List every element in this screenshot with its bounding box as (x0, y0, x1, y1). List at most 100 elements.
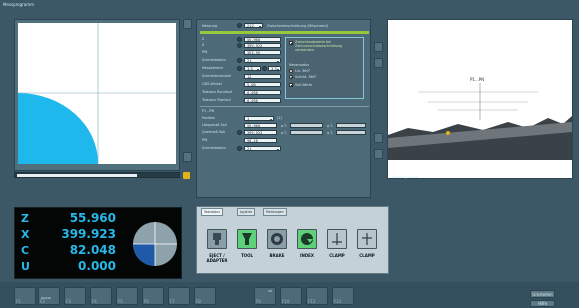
f10-button[interactable]: F10 (280, 287, 302, 305)
radio-lin[interactable] (289, 69, 293, 73)
horizontal-scrollbar[interactable] (14, 172, 180, 178)
form-side-button-3[interactable] (374, 133, 383, 143)
f5-button[interactable]: F5 (116, 287, 138, 305)
schneidezahn2-select[interactable]: 21 (244, 146, 281, 152)
sollwerte-checkbox[interactable] (289, 83, 293, 87)
laengs-ist-label-2: a.T. (327, 124, 333, 128)
tool-icon[interactable] (237, 229, 257, 249)
tab-meldungen[interactable]: Meldungen (263, 208, 287, 216)
schneidezahn-marker-icon (237, 58, 242, 63)
f2-label: F2 (40, 299, 45, 304)
messung-select[interactable]: 212 (244, 23, 263, 29)
umstellen-button[interactable]: Umstellen (530, 290, 555, 298)
side-button-1[interactable] (183, 19, 192, 29)
pw2-label: PW (202, 138, 208, 142)
f11-label: F11 (308, 299, 316, 304)
f4-button[interactable]: F4 (90, 287, 112, 305)
pw2-field[interactable]: 90,10 (244, 138, 277, 143)
clamp-up-icon[interactable] (327, 229, 347, 249)
schneidenanzahl-label: Schneidenanzahl (202, 74, 231, 78)
brake-label: BRAKE (269, 253, 285, 258)
form-side-button-2[interactable] (374, 58, 383, 68)
clamp2-label: CLAMP (359, 253, 375, 258)
brake-icon[interactable] (267, 229, 287, 249)
eject-label-2: ADAPTER (206, 258, 228, 263)
quer-ist-field[interactable] (290, 130, 323, 135)
form-side-button-4[interactable] (374, 149, 383, 159)
tool-status-panel: Toolstatus Joystick Meldungen EJECT / ADA… (196, 206, 389, 274)
laengs-label: Längsmaß Soll (202, 123, 227, 127)
pw-field[interactable]: 353,95 (244, 50, 281, 55)
tab-joystick[interactable]: Joystick (237, 208, 256, 216)
f3-label: F3 (66, 299, 71, 304)
f9-button[interactable]: 19 F9 (254, 287, 276, 305)
hilfe-button[interactable]: Hilfe (530, 300, 555, 307)
ods-winkel-label: ODS-Winkel (202, 82, 222, 86)
f2-button[interactable]: Pocket F2 (38, 287, 60, 305)
x-label: X (202, 43, 205, 47)
laengs-ist-label: a.T. (281, 124, 287, 128)
dro-row-z: Z (21, 212, 29, 225)
messbereich-select-2[interactable]: 3,3 (268, 66, 281, 72)
quer-ist-field-2[interactable] (336, 130, 366, 135)
quer-marker-icon (237, 130, 242, 135)
f5-label: F5 (118, 299, 123, 304)
tol-plan-field[interactable]: 0,050 (244, 98, 281, 103)
f1-button[interactable]: F1 (14, 287, 36, 305)
ods-winkel-field[interactable]: 5,00 (244, 82, 281, 87)
f7-button[interactable]: F7 (168, 287, 190, 305)
schneidenanzahl-field[interactable]: 12 (244, 74, 281, 79)
f3-button[interactable]: F3 (64, 287, 86, 305)
f12-label: F12 (334, 299, 342, 304)
f12-button[interactable]: F12 (332, 287, 354, 305)
f8-button[interactable]: F8 (194, 287, 216, 305)
drawing-area[interactable] (14, 19, 180, 171)
schneidezahn-select[interactable]: 21 (244, 58, 281, 64)
clamp-down-icon[interactable] (357, 229, 377, 249)
messbereich-marker-icon (237, 66, 242, 71)
zoom-button[interactable] (183, 172, 190, 179)
f9-label: F9 (256, 299, 261, 304)
x-field[interactable]: 399,923 (244, 43, 281, 48)
z-label: Z (202, 37, 205, 41)
messung-num-icon (237, 23, 242, 28)
side-button-2[interactable] (183, 152, 192, 162)
tool-profile-shape (18, 93, 99, 164)
axis-u-label: U (21, 260, 30, 273)
quer-field[interactable]: 399,923 (244, 130, 277, 135)
schneidezahn2-label: Schneidezahn (202, 146, 226, 150)
index-icon[interactable] (297, 229, 317, 249)
position-label: Position (202, 116, 216, 120)
messbereich-select-1[interactable]: 3,3 (244, 66, 261, 72)
f9-value: 19 (268, 289, 272, 293)
tol-rund-field[interactable]: 0,050 (244, 90, 281, 95)
form-side-button-1[interactable] (374, 42, 383, 52)
laengs-ist-field-2[interactable] (336, 123, 366, 128)
zwischen-checkbox[interactable] (289, 41, 293, 45)
laengs-ist-field[interactable] (290, 123, 323, 128)
f8-label: F8 (196, 299, 201, 304)
axis-x-label: X (21, 228, 30, 241)
settings-inset: Zwischenabwerte bei Zahnvorschubbeschrei… (285, 37, 364, 99)
axis-x-value: 399.923 (61, 227, 116, 241)
z-field[interactable]: 55,960 (244, 37, 281, 42)
tab-toolstatus[interactable]: Toolstatus (201, 208, 223, 216)
messbereich-marker2-icon (262, 66, 267, 71)
eject-adapter-icon[interactable] (207, 229, 227, 249)
measurement-form: Messung 212 Zwischenbeschreibung (Mitsch… (196, 19, 371, 198)
f11-button[interactable]: F11 (306, 287, 328, 305)
drawing-canvas[interactable] (18, 23, 176, 164)
scrollbar-thumb[interactable] (17, 174, 137, 177)
index-label: INDEX (300, 253, 314, 258)
z-marker-icon (237, 37, 242, 42)
axis-z-value: 55.960 (69, 211, 116, 225)
quer-ist-label-2: a.T. (327, 131, 333, 135)
laengs-field[interactable]: 55,960 (244, 123, 277, 128)
schneidezahn-label: Schneidezahn (202, 58, 226, 62)
radio-schritt[interactable] (289, 75, 293, 79)
radio-schritt-label: Schritt. 360° (295, 75, 317, 79)
function-key-bar: F1 Pocket F2 F3 F4 F5 F6 F7 F8 19 F9 F10 F… (0, 282, 579, 308)
f10-label: F10 (282, 299, 290, 304)
f6-button[interactable]: F6 (142, 287, 164, 305)
position-select[interactable]: 1 (244, 116, 274, 122)
